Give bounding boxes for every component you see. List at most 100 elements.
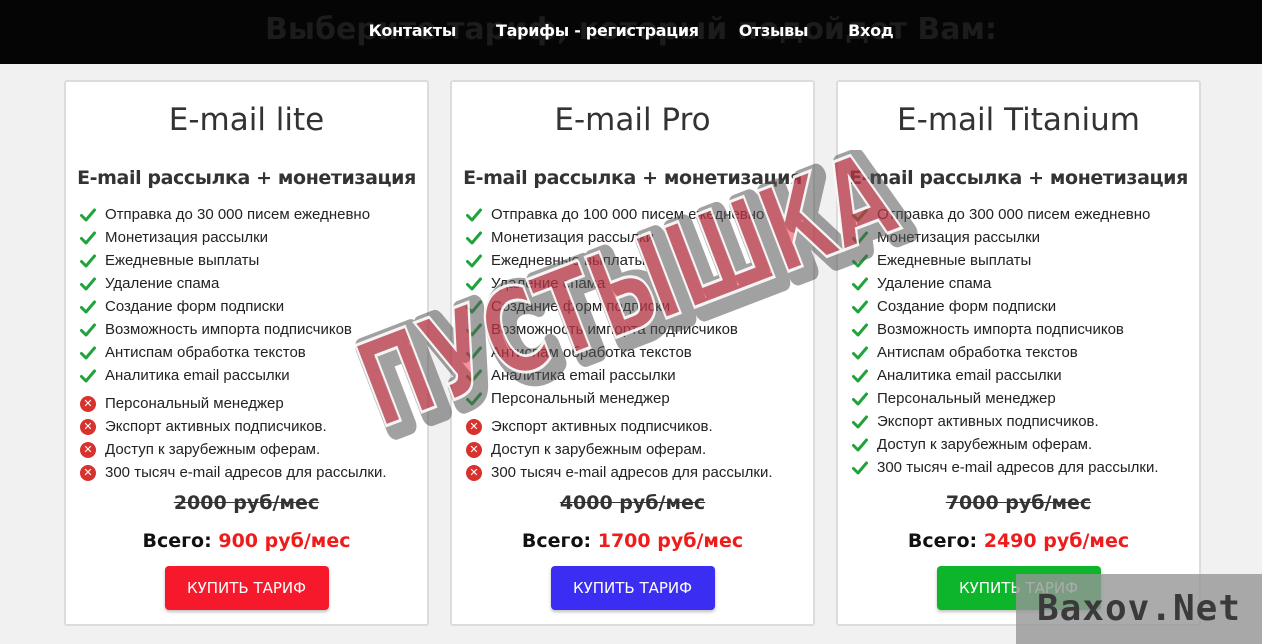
feature-item: Экспорт активных подписчиков. [852, 410, 1159, 433]
feature-text: Возможность импорта подписчиков [491, 321, 738, 338]
check-icon [80, 346, 105, 360]
feature-item: Монетизация рассылки [852, 226, 1159, 249]
total-price: Всего: 900 руб/мес [66, 530, 427, 552]
feature-item: ✕ Персональный менеджер [80, 392, 387, 415]
feature-item: Ежедневные выплаты [852, 249, 1159, 272]
feature-item: 300 тысяч e-mail адресов для рассылки. [852, 456, 1159, 479]
old-price: 2000 руб/мес [173, 492, 320, 514]
feature-item: Удаление спама [80, 272, 387, 295]
cross-icon: ✕ [80, 464, 105, 481]
check-icon [80, 300, 105, 314]
feature-list: Отправка до 100 000 писем ежедневно Монет… [466, 203, 773, 484]
feature-item: Удаление спама [466, 272, 773, 295]
feature-list: Отправка до 300 000 писем ежедневно Монет… [852, 203, 1159, 479]
check-icon [80, 231, 105, 245]
feature-item: Создание форм подписки [466, 295, 773, 318]
plan-card-lite: E-mail lite E-mail рассылка + монетизация… [64, 80, 429, 626]
feature-item: Персональный менеджер [852, 387, 1159, 410]
feature-text: Экспорт активных подписчиков. [877, 413, 1099, 430]
check-icon [852, 392, 877, 406]
feature-item: Отправка до 300 000 писем ежедневно [852, 203, 1159, 226]
feature-text: Персональный менеджер [105, 395, 284, 412]
plan-card-pro: E-mail Pro E-mail рассылка + монетизация О… [450, 80, 815, 626]
plan-subtitle: E-mail рассылка + монетизация [77, 167, 416, 189]
feature-item: ✕ Доступ к зарубежным оферам. [80, 438, 387, 461]
feature-text: Доступ к зарубежным оферам. [491, 441, 707, 458]
feature-text: Аналитика email рассылки [491, 367, 676, 384]
feature-text: Монетизация рассылки [877, 229, 1041, 246]
feature-text: Возможность импорта подписчиков [877, 321, 1124, 338]
feature-text: 300 тысяч e-mail адресов для рассылки. [877, 459, 1159, 476]
buy-plan-button[interactable]: КУПИТЬ ТАРИФ [550, 566, 715, 610]
price-value: 1700 руб/мес [597, 530, 744, 552]
feature-item: Отправка до 30 000 писем ежедневно [80, 203, 387, 226]
feature-text: Отправка до 30 000 писем ежедневно [105, 206, 371, 223]
check-icon [852, 461, 877, 475]
feature-text: Персональный менеджер [491, 390, 670, 407]
feature-item: Возможность импорта подписчиков [852, 318, 1159, 341]
buy-plan-button[interactable]: КУПИТЬ ТАРИФ [936, 566, 1101, 610]
feature-text: Экспорт активных подписчиков. [491, 418, 713, 435]
check-icon [466, 277, 491, 291]
feature-item: ✕ Экспорт активных подписчиков. [80, 415, 387, 438]
total-label: Всего: [907, 530, 978, 552]
feature-text: Доступ к зарубежным оферам. [877, 436, 1093, 453]
check-icon [852, 415, 877, 429]
plan-subtitle: E-mail рассылка + монетизация [849, 167, 1188, 189]
old-price: 4000 руб/мес [559, 492, 706, 514]
check-icon [852, 231, 877, 245]
feature-item: Отправка до 100 000 писем ежедневно [466, 203, 773, 226]
cross-icon: ✕ [80, 418, 105, 435]
feature-item: Антиспам обработка текстов [852, 341, 1159, 364]
check-icon [466, 346, 491, 360]
check-icon [852, 277, 877, 291]
nav-tariffs-link[interactable]: Тарифы - регистрация [496, 21, 699, 40]
check-icon [852, 208, 877, 222]
check-icon [852, 323, 877, 337]
price-value: 2490 руб/мес [983, 530, 1130, 552]
main-nav: Контакты Тарифы - регистрация Отзывы Вхо… [0, 21, 1262, 40]
check-icon [80, 369, 105, 383]
nav-login-link[interactable]: Вход [848, 21, 894, 40]
feature-item: Ежедневные выплаты [466, 249, 773, 272]
top-navbar: Выберите тариф, который подойдет Вам: Ко… [0, 0, 1262, 64]
total-price: Всего: 2490 руб/мес [838, 530, 1199, 552]
feature-text: Персональный менеджер [877, 390, 1056, 407]
feature-text: Монетизация рассылки [105, 229, 269, 246]
buy-plan-button[interactable]: КУПИТЬ ТАРИФ [164, 566, 329, 610]
feature-item: Аналитика email рассылки [80, 364, 387, 387]
feature-text: Отправка до 300 000 писем ежедневно [877, 206, 1151, 223]
feature-text: Ежедневные выплаты [105, 252, 260, 269]
feature-item: ✕ 300 тысяч e-mail адресов для рассылки. [466, 461, 773, 484]
plan-subtitle: E-mail рассылка + монетизация [463, 167, 802, 189]
check-icon [852, 254, 877, 268]
total-label: Всего: [521, 530, 592, 552]
nav-reviews-link[interactable]: Отзывы [739, 21, 809, 40]
plan-title: E-mail Pro [554, 102, 711, 138]
check-icon [852, 369, 877, 383]
plan-title: E-mail Titanium [897, 102, 1140, 138]
feature-text: Создание форм подписки [877, 298, 1057, 315]
feature-text: Антиспам обработка текстов [491, 344, 692, 361]
cross-icon: ✕ [80, 441, 105, 458]
check-icon [80, 323, 105, 337]
feature-item: ✕ Экспорт активных подписчиков. [466, 415, 773, 438]
feature-text: 300 тысяч e-mail адресов для рассылки. [105, 464, 387, 481]
check-icon [466, 392, 491, 406]
feature-item: Аналитика email рассылки [466, 364, 773, 387]
feature-text: Аналитика email рассылки [105, 367, 290, 384]
feature-item: Антиспам обработка текстов [466, 341, 773, 364]
feature-text: Доступ к зарубежным оферам. [105, 441, 321, 458]
nav-contacts-link[interactable]: Контакты [369, 21, 457, 40]
cross-icon: ✕ [466, 418, 491, 435]
feature-item: Создание форм подписки [852, 295, 1159, 318]
check-icon [466, 254, 491, 268]
feature-item: ✕ 300 тысяч e-mail адресов для рассылки. [80, 461, 387, 484]
feature-text: Ежедневные выплаты [877, 252, 1032, 269]
feature-item: Антиспам обработка текстов [80, 341, 387, 364]
feature-text: Удаление спама [877, 275, 992, 292]
feature-text: Антиспам обработка текстов [105, 344, 306, 361]
plan-title: E-mail lite [168, 102, 325, 138]
feature-text: Ежедневные выплаты [491, 252, 646, 269]
feature-item: Возможность импорта подписчиков [80, 318, 387, 341]
